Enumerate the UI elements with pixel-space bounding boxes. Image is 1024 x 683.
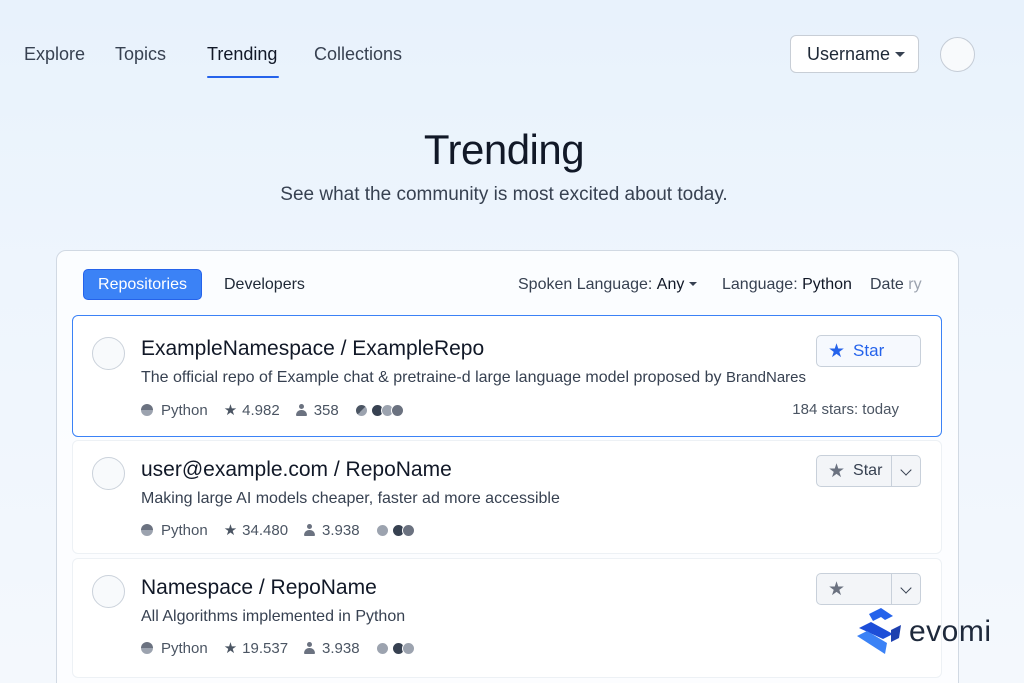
- contributor-avatar: [354, 403, 368, 417]
- star-icon: ★: [828, 460, 846, 482]
- contributor-avatars[interactable]: [375, 523, 415, 537]
- contributor-avatar: [390, 403, 404, 417]
- repo-name-link[interactable]: Namespace / RepoName: [141, 576, 377, 600]
- nav-trending[interactable]: Trending: [207, 44, 277, 65]
- chevron-down-icon: [895, 52, 905, 57]
- nav-explore[interactable]: Explore: [24, 44, 85, 65]
- evomi-logo: evomi: [855, 608, 992, 656]
- contributor-avatar: [375, 641, 389, 655]
- contributor-avatars[interactable]: [354, 403, 404, 417]
- contributor-avatars[interactable]: [375, 641, 415, 655]
- nav-topics[interactable]: Topics: [115, 44, 166, 65]
- repo-stars[interactable]: 4.982: [242, 402, 280, 419]
- star-icon: ★: [223, 522, 238, 539]
- star-icon: ★: [828, 340, 846, 362]
- page-subtitle: See what the community is most excited a…: [280, 184, 728, 205]
- repo-stars[interactable]: 34.480: [242, 522, 288, 539]
- language-label: Language:: [722, 276, 798, 293]
- avatar[interactable]: [940, 37, 975, 72]
- chevron-down-icon[interactable]: [900, 464, 912, 476]
- repo-forks[interactable]: 3.938: [322, 522, 360, 539]
- repo-description-text: All Algorithms implemented in Python: [141, 608, 406, 625]
- top-nav: Explore Topics Trending Collections User…: [0, 0, 1024, 110]
- repo-description: All Algorithms implemented in Python: [141, 608, 405, 626]
- evomi-logo-icon: [857, 608, 901, 654]
- repo-description-author: BrandNares: [725, 369, 806, 386]
- page-title: Trending: [423, 126, 585, 173]
- button-divider: [891, 456, 892, 486]
- repo-meta: Python ★ 19.537 3.938: [141, 639, 415, 657]
- star-button[interactable]: ★ Star: [816, 455, 921, 487]
- spoken-language-label: Spoken Language:: [518, 276, 653, 293]
- date-value: ry: [908, 276, 922, 293]
- star-button-label: Star: [853, 462, 883, 479]
- stars-today: 184 stars: today: [792, 401, 899, 418]
- person-icon: [295, 404, 307, 416]
- repo-language: Python: [161, 639, 208, 657]
- language-dot-icon: [141, 642, 153, 654]
- repo-name-link[interactable]: user@example.com / RepoName: [141, 458, 452, 482]
- repo-meta: Python ★ 34.480 3.938: [141, 521, 415, 539]
- repo-description-text: The official repo of Example chat & pret…: [141, 369, 722, 386]
- contributor-avatar: [375, 523, 389, 537]
- repo-forks[interactable]: 3.938: [322, 640, 360, 657]
- star-button[interactable]: ★: [816, 573, 921, 605]
- date-label: Date: [870, 276, 904, 293]
- star-icon: ★: [223, 402, 238, 419]
- user-dropdown[interactable]: Username: [790, 35, 919, 73]
- repo-language: Python: [161, 521, 208, 539]
- repo-language: Python: [161, 401, 208, 419]
- person-icon: [304, 642, 316, 654]
- repo-description-text: Making large AI models cheaper, faster a…: [141, 490, 560, 507]
- language-dot-icon: [141, 524, 153, 536]
- spoken-language-value: Any: [656, 276, 685, 293]
- repo-description: The official repo of Example chat & pret…: [141, 369, 806, 387]
- repo-stars[interactable]: 19.537: [242, 640, 288, 657]
- language-filter[interactable]: Language: Python: [722, 276, 852, 294]
- chevron-down-icon[interactable]: [900, 582, 912, 594]
- repo-meta: Python ★ 4.982 358: [141, 401, 404, 419]
- language-dot-icon: [141, 404, 153, 416]
- person-icon: [304, 524, 316, 536]
- star-button[interactable]: ★ Star: [816, 335, 921, 367]
- button-divider: [891, 574, 892, 604]
- repo-name-link[interactable]: ExampleNamespace / ExampleRepo: [141, 337, 484, 361]
- repo-forks[interactable]: 358: [314, 402, 339, 419]
- date-range-filter[interactable]: Date ry: [870, 276, 922, 294]
- repo-card[interactable]: Namespace / RepoName All Algorithms impl…: [72, 558, 942, 678]
- repo-avatar: [92, 575, 125, 608]
- evomi-logo-text: evomi: [909, 615, 992, 648]
- tab-developers[interactable]: Developers: [224, 276, 305, 294]
- star-icon: ★: [223, 640, 238, 657]
- star-icon: ★: [828, 578, 846, 600]
- repo-card[interactable]: user@example.com / RepoName Making large…: [72, 440, 942, 554]
- spoken-language-filter[interactable]: Spoken Language: Any: [518, 276, 698, 294]
- tab-repositories[interactable]: Repositories: [83, 269, 202, 300]
- nav-active-indicator: [207, 76, 279, 78]
- chevron-down-icon: [689, 282, 698, 286]
- user-dropdown-label: Username: [807, 43, 891, 64]
- contributor-avatar: [401, 641, 415, 655]
- contributor-avatar: [401, 523, 415, 537]
- repo-avatar: [92, 457, 125, 490]
- repo-avatar: [92, 337, 125, 370]
- repo-description: Making large AI models cheaper, faster a…: [141, 490, 560, 508]
- nav-collections[interactable]: Collections: [314, 44, 402, 65]
- repo-card[interactable]: ExampleNamespace / ExampleRepo The offic…: [72, 315, 942, 437]
- language-value: Python: [802, 276, 852, 293]
- star-button-label: Star: [853, 341, 885, 360]
